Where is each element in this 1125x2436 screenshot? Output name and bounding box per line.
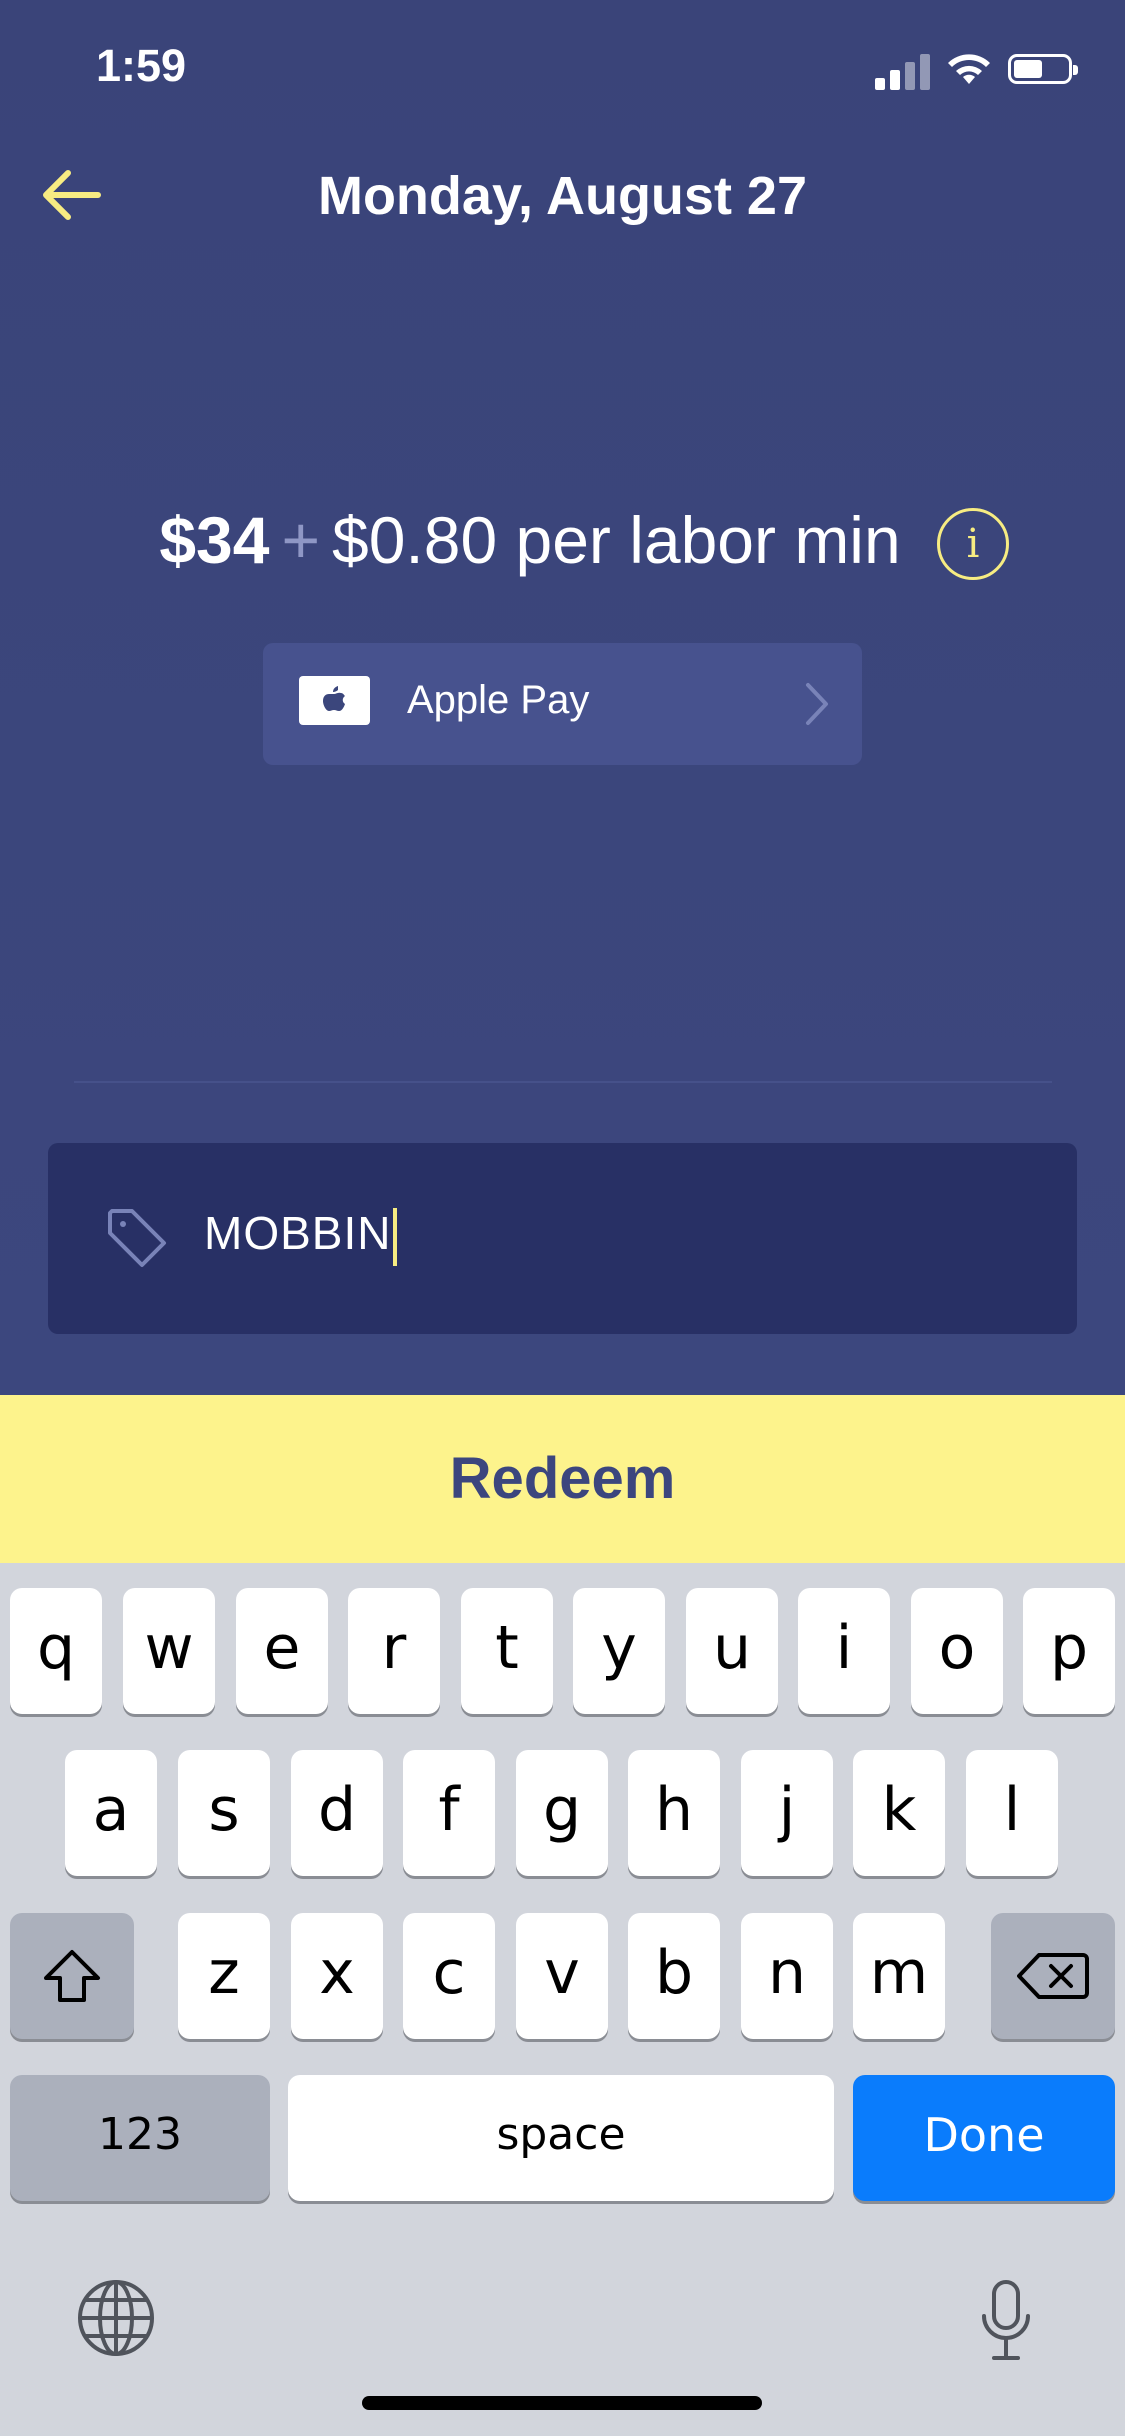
backspace-icon: [1017, 1953, 1089, 2000]
home-indicator[interactable]: [362, 2396, 762, 2410]
cellular-signal-icon: [875, 50, 935, 90]
shift-icon: [44, 1950, 100, 2003]
labor-rate: $0.80 per labor min: [332, 503, 901, 577]
key-g[interactable]: g: [516, 1750, 608, 1876]
key-e[interactable]: e: [236, 1588, 328, 1714]
key-v[interactable]: v: [516, 1913, 608, 2039]
done-key[interactable]: Done: [853, 2075, 1115, 2201]
key-l[interactable]: l: [966, 1750, 1058, 1876]
key-f[interactable]: f: [403, 1750, 495, 1876]
globe-icon[interactable]: [76, 2278, 156, 2358]
shift-key[interactable]: [10, 1913, 134, 2039]
tag-icon: [108, 1209, 166, 1267]
battery-icon: [1008, 54, 1078, 84]
plus-sign: +: [281, 503, 320, 577]
payment-method-label: Apple Pay: [407, 678, 590, 722]
microphone-icon[interactable]: [980, 2278, 1032, 2362]
key-p[interactable]: p: [1023, 1588, 1115, 1714]
wifi-icon: [948, 54, 990, 84]
key-a[interactable]: a: [65, 1750, 157, 1876]
info-icon: i: [966, 521, 980, 567]
promo-code-value: MOBBIN: [204, 1207, 392, 1259]
key-m[interactable]: m: [853, 1913, 945, 2039]
space-key[interactable]: space: [288, 2075, 834, 2201]
key-r[interactable]: r: [348, 1588, 440, 1714]
key-k[interactable]: k: [853, 1750, 945, 1876]
key-u[interactable]: u: [686, 1588, 778, 1714]
text-caret: [393, 1207, 398, 1266]
key-j[interactable]: j: [741, 1750, 833, 1876]
key-s[interactable]: s: [178, 1750, 270, 1876]
base-price: $34: [159, 503, 270, 577]
chevron-right-icon: [806, 683, 828, 725]
key-h[interactable]: h: [628, 1750, 720, 1876]
key-w[interactable]: w: [123, 1588, 215, 1714]
payment-method-selector[interactable]: Apple Pay: [263, 643, 862, 765]
key-o[interactable]: o: [911, 1588, 1003, 1714]
backspace-key[interactable]: [991, 1913, 1115, 2039]
key-y[interactable]: y: [573, 1588, 665, 1714]
key-b[interactable]: b: [628, 1913, 720, 2039]
keyboard: q w e r t y u i o p a s d f g h j k l z …: [0, 1563, 1125, 2436]
promo-code-field[interactable]: MOBBIN: [48, 1143, 1077, 1334]
key-x[interactable]: x: [291, 1913, 383, 2039]
key-t[interactable]: t: [461, 1588, 553, 1714]
promo-code-input[interactable]: MOBBIN: [204, 1203, 398, 1266]
key-d[interactable]: d: [291, 1750, 383, 1876]
redeem-button[interactable]: Redeem: [0, 1395, 1125, 1563]
apple-logo-icon: [299, 676, 370, 725]
key-n[interactable]: n: [741, 1913, 833, 2039]
page-title: Monday, August 27: [317, 166, 808, 226]
numbers-key[interactable]: 123: [10, 2075, 270, 2201]
divider: [74, 1081, 1052, 1083]
key-q[interactable]: q: [10, 1588, 102, 1714]
key-i[interactable]: i: [798, 1588, 890, 1714]
key-z[interactable]: z: [178, 1913, 270, 2039]
app-screen: 1:59 Monday, August 27 $34 + $0.80 per lab…: [0, 0, 1125, 1395]
info-button[interactable]: i: [937, 508, 1009, 580]
status-time: 1:59: [96, 40, 187, 91]
price-summary: $34 + $0.80 per labor min: [0, 502, 1060, 578]
key-c[interactable]: c: [403, 1913, 495, 2039]
